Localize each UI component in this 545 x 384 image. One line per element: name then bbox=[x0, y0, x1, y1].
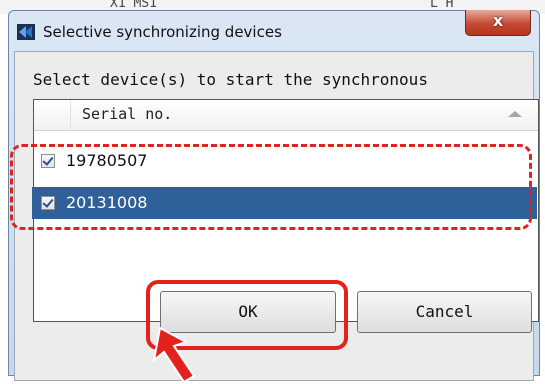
close-icon: x bbox=[492, 11, 504, 30]
serial-column-header[interactable]: Serial no. bbox=[82, 105, 172, 123]
pointer-arrow-icon bbox=[152, 326, 196, 384]
title-bar[interactable]: Selective synchronizing devices x bbox=[9, 10, 539, 49]
rows-highlight-annotation bbox=[10, 144, 532, 230]
sort-ascending-icon[interactable] bbox=[508, 111, 522, 117]
list-header: Serial no. bbox=[34, 100, 538, 131]
checkbox-column-header[interactable] bbox=[34, 100, 71, 130]
window-title: Selective synchronizing devices bbox=[43, 23, 282, 41]
cancel-button-label: Cancel bbox=[415, 302, 474, 321]
cancel-button[interactable]: Cancel bbox=[357, 291, 532, 333]
close-button[interactable]: x bbox=[465, 10, 531, 36]
app-logo-icon bbox=[17, 24, 35, 40]
instruction-text: Select device(s) to start the synchronou… bbox=[33, 70, 428, 89]
